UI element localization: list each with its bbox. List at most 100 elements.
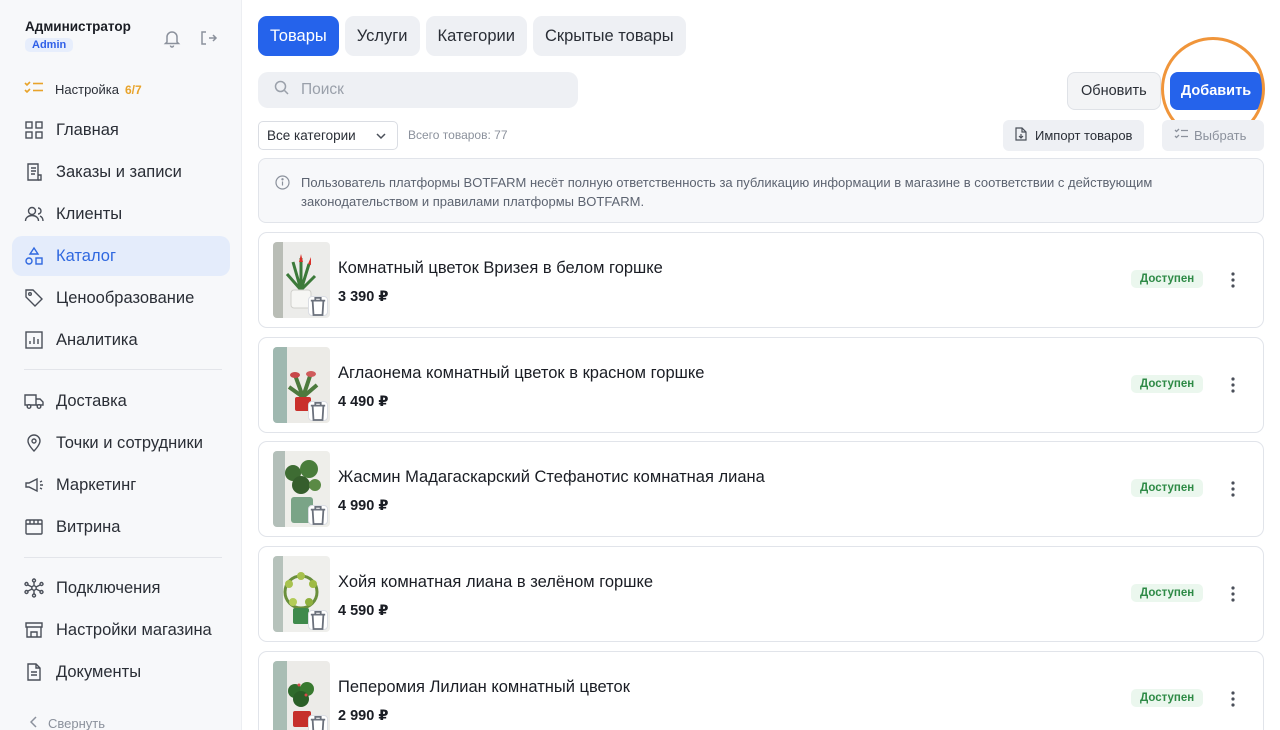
refresh-button[interactable]: Обновить (1067, 72, 1161, 110)
more-options-icon[interactable] (1223, 270, 1243, 290)
truck-icon (24, 391, 44, 411)
sidebar-item-label: Подключения (56, 578, 161, 597)
product-card[interactable]: Пеперомия Лилиан комнатный цветок 2 990 … (258, 650, 1264, 730)
category-select[interactable]: Все категории (258, 121, 398, 150)
chevron-left-icon (29, 716, 38, 730)
collapse-button[interactable]: Свернуть (29, 716, 106, 730)
status-badge: Доступен (1131, 374, 1204, 393)
product-title[interactable]: Хойя комнатная лиана в зелёном горшке (338, 573, 653, 592)
sidebar-item-clients[interactable]: Клиенты (12, 194, 230, 234)
shapes-icon (24, 246, 44, 266)
product-price: 4 590 ₽ (338, 603, 389, 620)
chart-icon (24, 330, 44, 350)
user-block: Администратор Admin (25, 19, 131, 53)
more-options-icon[interactable] (1223, 375, 1243, 395)
import-button[interactable]: Импорт товаров (1003, 120, 1145, 151)
product-card[interactable]: Жасмин Мадагаскарский Стефанотис комнатн… (258, 441, 1264, 538)
status-badge: Доступен (1131, 584, 1204, 603)
product-price: 3 390 ₽ (338, 289, 389, 305)
sidebar-item-store-settings[interactable]: Настройки магазина (12, 610, 230, 650)
product-thumbnail (273, 451, 330, 528)
search-icon (274, 80, 289, 100)
product-thumbnail (273, 660, 330, 730)
main-content: Товары Услуги Категории Скрытые товары О… (258, 0, 1265, 730)
product-thumbnail (273, 346, 330, 423)
sidebar-item-integrations[interactable]: Подключения (12, 568, 230, 608)
logout-icon[interactable] (198, 28, 218, 48)
select-label: Выбрать (1194, 128, 1247, 143)
product-card[interactable]: Аглаонема комнатный цветок в красном гор… (258, 336, 1264, 433)
product-title[interactable]: Пеперомия Лилиан комнатный цветок (338, 678, 630, 697)
sidebar-item-marketing[interactable]: Маркетинг (12, 465, 230, 505)
product-price: 4 490 ₽ (338, 393, 389, 410)
trash-icon[interactable] (308, 610, 328, 631)
sidebar-item-label: Маркетинг (56, 475, 137, 494)
add-button[interactable]: Добавить (1170, 72, 1262, 110)
product-title[interactable]: Жасмин Мадагаскарский Стефанотис комнатн… (338, 468, 765, 487)
nav-group-main: Главная Заказы и записи Клиенты Каталог … (12, 110, 230, 362)
product-thumbnail (273, 556, 330, 633)
nav-divider (24, 557, 222, 558)
sidebar-item-catalog[interactable]: Каталог (12, 236, 230, 276)
status-badge: Доступен (1131, 270, 1204, 288)
sidebar-item-label: Заказы и записи (56, 162, 182, 181)
category-select-value: Все категории (267, 128, 356, 143)
sidebar-item-documents[interactable]: Документы (12, 652, 230, 692)
setup-progress[interactable]: Настройка 6/7 (24, 80, 142, 99)
nav-group-settings: Подключения Настройки магазина Документы (12, 568, 230, 694)
search-input[interactable] (301, 81, 561, 99)
location-icon (24, 433, 44, 453)
more-options-icon[interactable] (1223, 584, 1243, 604)
more-options-icon[interactable] (1223, 689, 1243, 709)
chevron-down-icon (375, 130, 387, 142)
tab-services[interactable]: Услуги (344, 16, 420, 56)
total-count: Всего товаров: 77 (408, 128, 508, 142)
sidebar-item-storefront[interactable]: Витрина (12, 507, 230, 547)
receipt-icon (24, 162, 44, 182)
sidebar-item-label: Витрина (56, 517, 121, 536)
sidebar-item-delivery[interactable]: Доставка (12, 381, 230, 421)
trash-icon[interactable] (308, 400, 328, 421)
bell-icon[interactable] (162, 28, 182, 48)
setup-counter: 6/7 (125, 82, 142, 97)
sidebar-item-label: Ценообразование (56, 288, 195, 307)
sidebar-item-label: Документы (56, 662, 142, 681)
more-options-icon[interactable] (1223, 479, 1243, 499)
search-box (258, 72, 578, 108)
product-card[interactable]: Хойя комнатная лиана в зелёном горшке 4 … (258, 546, 1264, 643)
product-title[interactable]: Комнатный цветок Вризея в белом горшке (338, 259, 663, 278)
store-icon (24, 620, 44, 640)
tag-icon (24, 288, 44, 308)
trash-icon[interactable] (308, 714, 328, 730)
file-import-icon (1015, 127, 1027, 144)
notice-text: Пользователь платформы BOTFARM несёт пол… (301, 175, 1153, 209)
product-list: Комнатный цветок Вризея в белом горшке 3… (258, 232, 1264, 730)
sidebar-item-locations[interactable]: Точки и сотрудники (12, 423, 230, 463)
sidebar-item-label: Главная (56, 120, 119, 139)
sidebar-item-label: Каталог (56, 246, 116, 265)
sidebar: Администратор Admin Настройка 6/7 Главна… (0, 0, 242, 730)
product-card[interactable]: Комнатный цветок Вризея в белом горшке 3… (258, 232, 1264, 328)
product-title[interactable]: Аглаонема комнатный цветок в красном гор… (338, 364, 704, 383)
tab-categories[interactable]: Категории (425, 16, 527, 56)
setup-label: Настройка (55, 82, 119, 97)
collapse-label: Свернуть (48, 716, 106, 730)
tab-products[interactable]: Товары (258, 16, 339, 56)
sidebar-item-home[interactable]: Главная (12, 110, 230, 150)
sidebar-item-pricing[interactable]: Ценообразование (12, 278, 230, 318)
trash-icon[interactable] (308, 296, 328, 316)
sidebar-item-orders[interactable]: Заказы и записи (12, 152, 230, 192)
sidebar-item-label: Настройки магазина (56, 620, 212, 639)
sidebar-item-analytics[interactable]: Аналитика (12, 320, 230, 360)
product-thumbnail (273, 242, 330, 318)
trash-icon[interactable] (308, 505, 328, 526)
user-name: Администратор (25, 19, 131, 34)
sidebar-item-label: Клиенты (56, 204, 123, 223)
network-icon (24, 578, 44, 598)
status-badge: Доступен (1131, 479, 1204, 498)
sidebar-item-label: Точки и сотрудники (56, 433, 203, 452)
users-icon (24, 204, 44, 224)
nav-divider (24, 369, 222, 370)
tab-hidden-products[interactable]: Скрытые товары (532, 16, 686, 56)
select-button[interactable]: Выбрать (1162, 120, 1264, 151)
